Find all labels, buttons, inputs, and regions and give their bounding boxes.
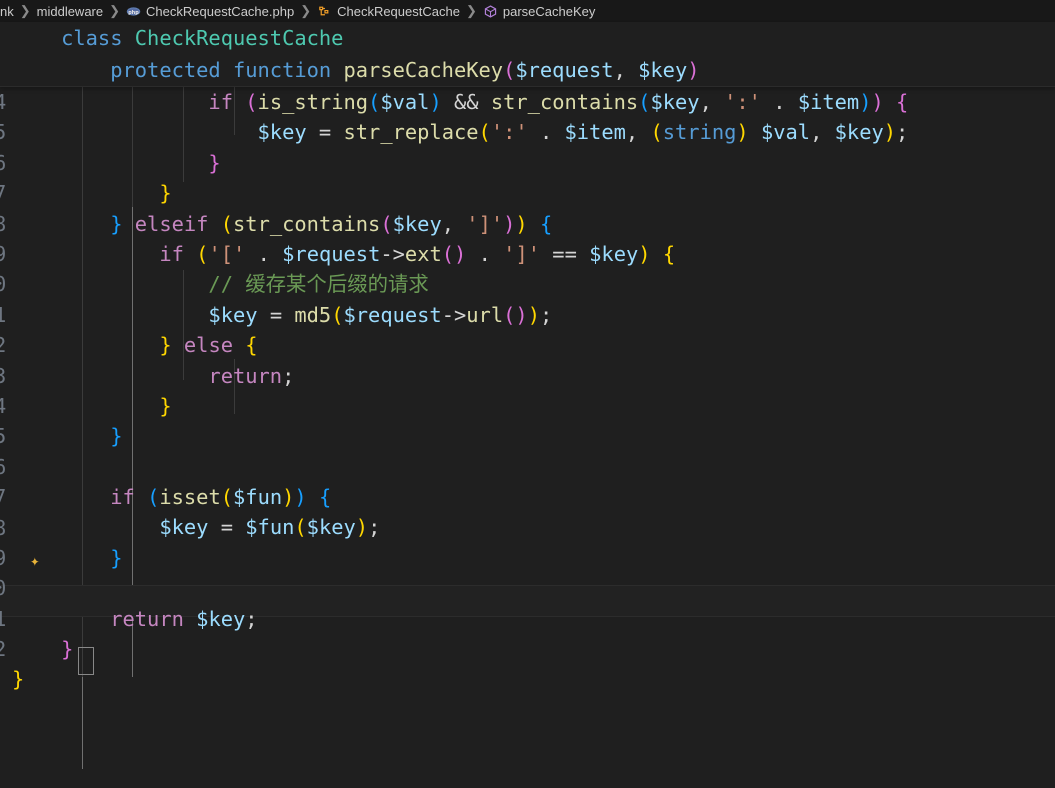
code-comment: // 缓存某个后缀的请求	[208, 272, 429, 297]
chevron-right-icon: ❯	[109, 3, 121, 18]
code-line-text: }	[159, 181, 172, 206]
breadcrumb-item-method[interactable]: parseCacheKey	[483, 3, 596, 19]
code-line[interactable]: } elseif (str_contains($key, ']')) {	[0, 209, 1055, 239]
breadcrumb-item-file[interactable]: php CheckRequestCache.php	[126, 4, 294, 19]
code-line[interactable]: if (is_string($val) && str_contains($key…	[0, 87, 1055, 117]
code-line[interactable]: }	[0, 543, 1055, 573]
code-line-text: $key = $fun($key);	[159, 515, 381, 540]
code-line-text: if ('[' . $request->ext() . ']' == $key)…	[159, 241, 676, 266]
code-line[interactable]: return $key;	[0, 604, 1055, 634]
line-number-gutter: 4567890123456789012	[0, 87, 14, 788]
code-line-text: return $key;	[110, 606, 258, 631]
breadcrumb-label: nk	[0, 3, 14, 19]
code-line-text: }	[159, 393, 172, 418]
line-number: 8	[0, 211, 7, 236]
line-number: 9	[0, 242, 7, 266]
code-line[interactable]: $key = md5($request->url());	[0, 300, 1055, 330]
code-line[interactable]: if ('[' . $request->ext() . ']' == $key)…	[0, 239, 1055, 269]
code-line[interactable]: $key = $fun($key);	[0, 512, 1055, 542]
breadcrumb-label: CheckRequestCache	[337, 3, 460, 19]
code-line[interactable]: }	[0, 178, 1055, 208]
code-line[interactable]: }	[0, 391, 1055, 421]
code-line[interactable]: if (isset($fun)) {	[0, 482, 1055, 512]
sticky-method-code: protected function parseCacheKey($reques…	[12, 58, 700, 82]
line-number: 6	[0, 150, 7, 175]
svg-text:php: php	[128, 9, 139, 15]
code-line-text: $key = str_replace(':' . $item, (string)…	[257, 120, 909, 145]
code-line[interactable]: return;	[0, 361, 1055, 391]
code-line-text: return;	[208, 363, 295, 388]
line-number: 4	[0, 394, 7, 418]
code-line[interactable]: }	[0, 664, 1055, 694]
code-line-text: }	[208, 150, 221, 175]
code-line[interactable]: }	[0, 634, 1055, 664]
sticky-class-code: class CheckRequestCache	[12, 26, 344, 50]
breadcrumb-item-middleware[interactable]: middleware	[37, 4, 103, 19]
line-number: 7	[0, 181, 7, 206]
symbol-class-icon	[317, 4, 332, 19]
line-number: 8	[0, 515, 7, 540]
sticky-scroll-line-class[interactable]: class CheckRequestCache	[0, 22, 1055, 54]
code-line-blank-cursor[interactable]	[0, 573, 1055, 603]
code-line-text: } elseif (str_contains($key, ']')) {	[110, 211, 553, 236]
code-line[interactable]: } else {	[0, 330, 1055, 360]
line-number: 7	[0, 485, 7, 510]
code-line-blank[interactable]	[0, 452, 1055, 482]
code-editor-viewport[interactable]: ✦ if (is_string($val) && str_contains($k…	[0, 87, 1055, 788]
line-number: 0	[0, 576, 7, 601]
breadcrumb-label: middleware	[36, 3, 104, 19]
breadcrumb-label: parseCacheKey	[502, 3, 596, 19]
line-number: 2	[0, 333, 7, 358]
breadcrumb-item-class[interactable]: CheckRequestCache	[317, 4, 460, 19]
line-number: 2	[0, 637, 7, 662]
code-line[interactable]: $key = str_replace(':' . $item, (string)…	[0, 117, 1055, 147]
chevron-right-icon: ❯	[300, 3, 312, 18]
chevron-right-icon: ❯	[19, 3, 31, 18]
code-line-text: if (isset($fun)) {	[110, 485, 332, 510]
chevron-right-icon: ❯	[465, 3, 477, 18]
code-line-text: // 缓存某个后缀的请求	[0, 269, 429, 299]
code-line[interactable]: // 缓存某个后缀的请求	[0, 269, 1055, 299]
code-line-text: if (is_string($val) && str_contains($key…	[208, 90, 909, 114]
line-number: 3	[0, 363, 7, 388]
sticky-scroll-line-method[interactable]: protected function parseCacheKey($reques…	[0, 54, 1055, 86]
line-number: 5	[0, 424, 7, 449]
line-number: 1	[0, 302, 7, 327]
breadcrumb-item-folder-parent[interactable]: nk	[0, 4, 14, 19]
line-number: 0	[0, 272, 7, 297]
code-line-text: } else {	[159, 333, 258, 358]
breadcrumb[interactable]: nk ❯ middleware ❯ php CheckRequestCache.…	[0, 0, 1055, 22]
breadcrumb-label: CheckRequestCache.php	[146, 3, 295, 19]
symbol-method-icon	[483, 4, 498, 19]
code-line-text: }	[110, 424, 123, 449]
code-line[interactable]: }	[0, 148, 1055, 178]
code-line-text: $key = md5($request->url());	[208, 302, 553, 327]
code-line[interactable]: }	[0, 421, 1055, 451]
line-number: 6	[0, 454, 7, 479]
code-line-text: }	[110, 545, 123, 570]
line-number: 9	[0, 546, 7, 570]
line-number: 1	[0, 606, 7, 631]
php-file-icon: php	[126, 4, 141, 19]
sticky-scroll-header[interactable]: class CheckRequestCache protected functi…	[0, 22, 1055, 87]
